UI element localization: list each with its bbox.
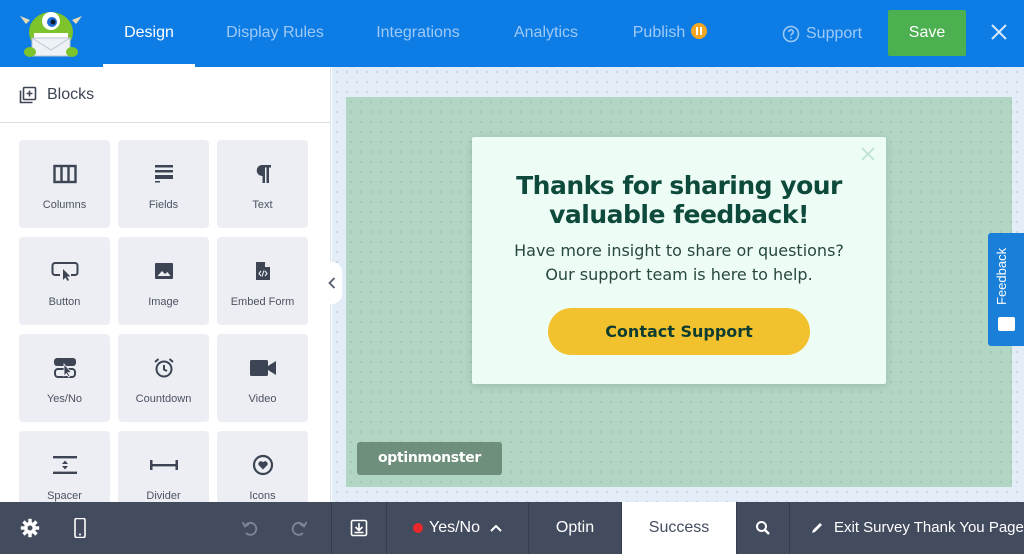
block-columns[interactable]: Columns: [19, 140, 110, 228]
popup-body-text[interactable]: Have more insight to share or questions?…: [472, 239, 886, 287]
success-popup[interactable]: Thanks for sharing your valuable feedbac…: [472, 137, 886, 384]
image-icon: [154, 259, 174, 283]
block-video[interactable]: Video: [217, 334, 308, 422]
popup-close-icon[interactable]: [860, 146, 876, 162]
collapse-sidebar-button[interactable]: [322, 262, 342, 304]
yes-no-view-toggle[interactable]: Yes/No: [387, 502, 529, 554]
settings-gear-icon[interactable]: [20, 518, 40, 538]
block-embed-form[interactable]: Embed Form: [217, 237, 308, 325]
paragraph-icon: [254, 162, 272, 186]
optinmonster-branding: optinmonster: [357, 442, 502, 475]
block-countdown[interactable]: Countdown: [118, 334, 209, 422]
block-fields[interactable]: Fields: [118, 140, 209, 228]
block-yes-no[interactable]: Yes/No: [19, 334, 110, 422]
support-link[interactable]: Support: [782, 0, 862, 67]
smiley-chat-icon: [998, 317, 1015, 331]
columns-icon: [52, 162, 77, 186]
tab-publish[interactable]: Publish: [620, 0, 720, 67]
tab-integrations[interactable]: Integrations: [362, 0, 474, 67]
search-button[interactable]: [737, 502, 790, 554]
block-spacer[interactable]: Spacer: [19, 431, 110, 502]
feedback-tab[interactable]: Feedback: [988, 233, 1024, 346]
block-text[interactable]: Text: [217, 140, 308, 228]
fields-icon: [154, 162, 174, 186]
pencil-icon: [812, 523, 822, 533]
tab-display-rules[interactable]: Display Rules: [214, 0, 336, 67]
blocks-title: Blocks: [47, 85, 95, 103]
top-navigation: Design Display Rules Integrations Analyt…: [0, 0, 1024, 67]
blocks-sidebar: Blocks Columns Fields Text Button Image: [0, 67, 331, 502]
close-builder-icon[interactable]: [987, 20, 1011, 44]
heart-circle-icon: [252, 453, 274, 477]
contact-support-button[interactable]: Contact Support: [548, 308, 810, 355]
popup-headline[interactable]: Thanks for sharing your valuable feedbac…: [472, 171, 886, 229]
search-icon: [756, 521, 770, 535]
spacer-icon: [52, 453, 78, 477]
block-icons[interactable]: Icons: [217, 431, 308, 502]
code-file-icon: [255, 259, 271, 283]
pause-icon: [691, 22, 708, 39]
chevron-left-icon: [328, 277, 336, 289]
blocks-header: Blocks: [0, 67, 330, 123]
blocks-grid: Columns Fields Text Button Image Embed F…: [19, 140, 308, 502]
block-button[interactable]: Button: [19, 237, 110, 325]
save-template-button[interactable]: [331, 502, 387, 554]
mobile-preview-icon[interactable]: [70, 518, 90, 538]
tab-design[interactable]: Design: [103, 0, 195, 67]
block-image[interactable]: Image: [118, 237, 209, 325]
alarm-clock-icon: [153, 356, 175, 380]
campaign-name-editor[interactable]: Exit Survey Thank You Page: [790, 502, 1024, 554]
download-box-icon: [350, 519, 368, 537]
save-button[interactable]: Save: [888, 10, 966, 56]
button-cursor-icon: [51, 259, 79, 283]
campaign-builder: Design Display Rules Integrations Analyt…: [0, 0, 1024, 554]
help-circle-icon: [782, 25, 800, 42]
video-camera-icon: [249, 356, 277, 380]
redo-icon[interactable]: [289, 518, 309, 538]
chevron-up-icon: [490, 524, 502, 532]
undo-icon[interactable]: [240, 518, 260, 538]
optinmonster-logo-icon: [20, 12, 82, 57]
bottom-toolbar: Yes/No Optin Success Exit Survey Thank Y…: [0, 502, 1024, 554]
add-block-icon: [19, 86, 37, 103]
view-success[interactable]: Success: [622, 502, 737, 554]
view-optin[interactable]: Optin: [529, 502, 622, 554]
status-dot: [413, 523, 423, 533]
block-divider[interactable]: Divider: [118, 431, 209, 502]
tab-analytics[interactable]: Analytics: [500, 0, 592, 67]
yes-no-icon: [53, 356, 77, 380]
divider-icon: [149, 453, 179, 477]
